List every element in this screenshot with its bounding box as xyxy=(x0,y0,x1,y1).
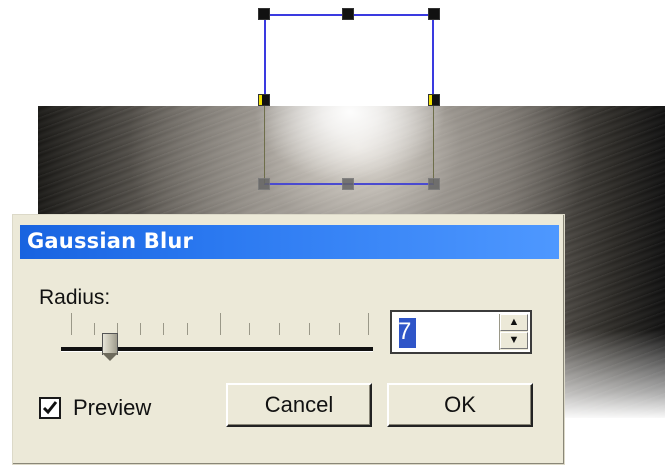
slider-tick xyxy=(249,323,250,335)
preview-label: Preview xyxy=(73,395,152,420)
dialog-title: Gaussian Blur xyxy=(27,229,194,253)
selection-handle-top-right[interactable] xyxy=(428,8,440,20)
slider-tick xyxy=(163,323,164,335)
slider-tick xyxy=(368,313,369,335)
slider-tick xyxy=(279,323,280,335)
slider-tick xyxy=(220,313,221,335)
gaussian-blur-dialog: Gaussian Blur Radius: ▲ ▼ xyxy=(12,214,565,465)
checkmark-icon xyxy=(42,401,58,415)
slider-tick xyxy=(140,323,141,335)
selection-handle-middle-right[interactable] xyxy=(428,94,440,106)
selection-handle-bottom-left[interactable] xyxy=(258,178,270,190)
slider-thumb[interactable] xyxy=(102,333,118,361)
preview-checkbox[interactable] xyxy=(39,397,61,419)
selection-frame[interactable] xyxy=(264,14,434,100)
slider-tick xyxy=(187,323,188,335)
spin-buttons: ▲ ▼ xyxy=(499,314,528,350)
slider-tick xyxy=(94,323,95,335)
dialog-titlebar[interactable]: Gaussian Blur xyxy=(20,225,559,259)
slider-tick xyxy=(71,313,72,335)
cancel-button[interactable]: Cancel xyxy=(226,383,372,427)
selection-frame-lower[interactable] xyxy=(264,100,434,185)
selection-handle-top-middle[interactable] xyxy=(342,8,354,20)
slider-tick xyxy=(339,323,340,335)
selection-handle-middle-left[interactable] xyxy=(258,94,270,106)
ok-button[interactable]: OK xyxy=(387,383,533,427)
selection-handle-bottom-right[interactable] xyxy=(428,178,440,190)
radius-spinbox[interactable]: ▲ ▼ xyxy=(390,310,532,354)
radius-label: Radius: xyxy=(39,286,111,309)
selection-handle-top-left[interactable] xyxy=(258,8,270,20)
chevron-up-icon[interactable]: ▲ xyxy=(500,314,528,331)
radius-input[interactable] xyxy=(396,315,498,349)
selection-handle-bottom-middle[interactable] xyxy=(342,178,354,190)
slider-tick xyxy=(309,323,310,335)
chevron-down-icon[interactable]: ▼ xyxy=(500,332,528,349)
preview-option[interactable]: Preview xyxy=(39,393,151,423)
